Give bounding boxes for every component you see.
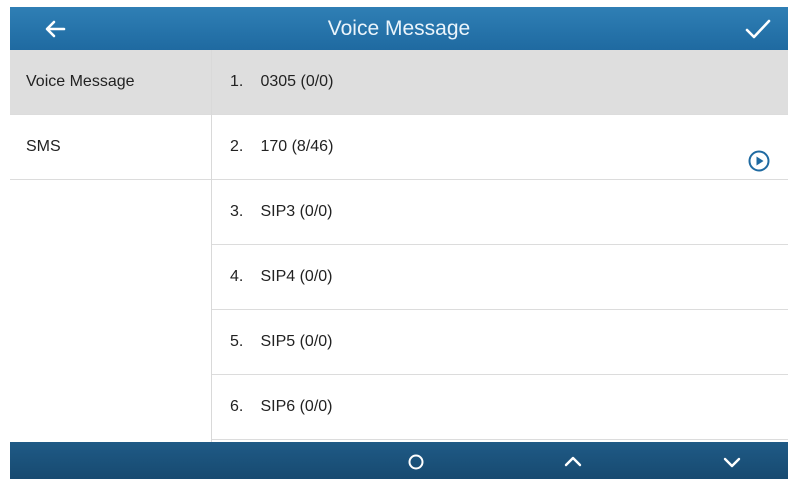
chevron-up-icon: [564, 456, 582, 467]
list-item[interactable]: 4. SIP4 (0/0): [212, 245, 788, 310]
list-item-index: 2.: [230, 138, 244, 155]
list-item[interactable]: 3. SIP3 (0/0): [212, 180, 788, 245]
sidebar-item-label: Voice Message: [26, 73, 135, 90]
list-item-index: 6.: [230, 398, 244, 415]
category-sidebar: Voice Message SMS: [10, 50, 212, 442]
scroll-down-button[interactable]: [714, 448, 750, 474]
list-item[interactable]: 1. 0305 (0/0): [212, 50, 788, 115]
list-item-label: SIP3 (0/0): [260, 203, 333, 220]
list-item-label: 170 (8/46): [260, 138, 334, 155]
list-item-label: 0305 (0/0): [260, 73, 334, 90]
list-item[interactable]: 2. 170 (8/46): [212, 115, 788, 180]
checkmark-icon: [745, 19, 771, 39]
page-title: Voice Message: [327, 17, 471, 40]
home-circle-icon: [408, 454, 424, 470]
sidebar-item-voice-message[interactable]: Voice Message: [10, 50, 211, 115]
play-button[interactable]: [748, 136, 770, 172]
list-item-label: SIP6 (0/0): [260, 398, 333, 415]
list-item-index: 5.: [230, 333, 244, 350]
list-item[interactable]: 6. SIP6 (0/0): [212, 375, 788, 440]
list-item-index: 3.: [230, 203, 244, 220]
list-item-index: 4.: [230, 268, 244, 285]
list-item[interactable]: 5. SIP5 (0/0): [212, 310, 788, 375]
sidebar-item-sms[interactable]: SMS: [10, 115, 211, 180]
voice-message-list: 1. 0305 (0/0) 2. 170 (8/46) 3. SIP3 (0/0…: [212, 50, 788, 442]
list-item-index: 1.: [230, 73, 244, 90]
play-circle-icon: [748, 150, 770, 172]
list-item-label: SIP4 (0/0): [260, 268, 333, 285]
list-item-label: SIP5 (0/0): [260, 333, 333, 350]
title-bar: Voice Message: [10, 7, 788, 50]
confirm-button[interactable]: [742, 15, 774, 43]
sidebar-item-label: SMS: [26, 138, 61, 155]
softkey-bar: [10, 442, 788, 479]
scroll-up-button[interactable]: [555, 448, 591, 474]
voice-message-screen: Voice Message Voice Message SMS 1. 0305 …: [0, 0, 800, 479]
home-button[interactable]: [398, 448, 434, 474]
chevron-down-icon: [723, 457, 741, 468]
